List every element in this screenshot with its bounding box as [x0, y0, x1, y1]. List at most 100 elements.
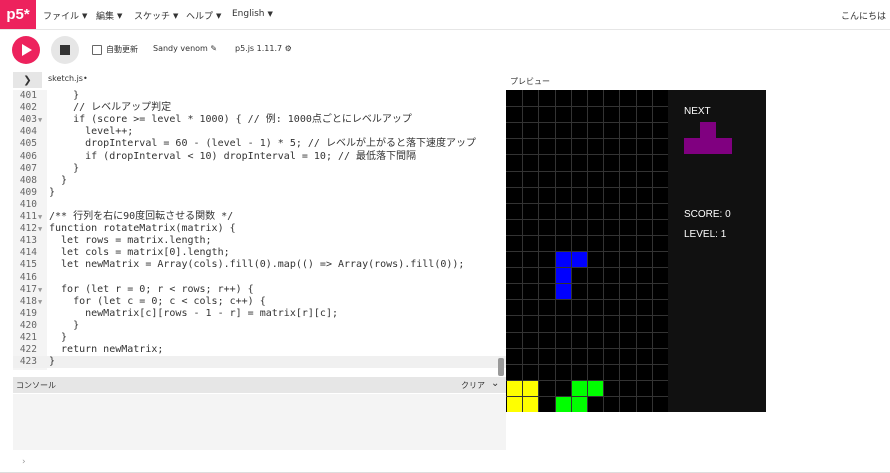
p5-logo[interactable]: p5* — [0, 0, 36, 29]
line-number: 422 — [19, 344, 37, 356]
console-prompt[interactable]: › — [22, 457, 26, 467]
menu-language[interactable]: English ▼ — [232, 9, 273, 19]
blue-block — [555, 252, 571, 267]
code-text: let cols = matrix[0].length; — [49, 247, 230, 259]
fold-icon[interactable]: ▼ — [38, 114, 42, 126]
user-greeting[interactable]: こんにちは — [841, 9, 886, 22]
sidebar-toggle-button[interactable]: ❯ — [13, 72, 42, 88]
code-line[interactable]: 422 return newMatrix; — [13, 344, 506, 356]
chevron-down-icon: ▼ — [216, 11, 222, 20]
gear-icon: ⚙ — [284, 44, 292, 53]
code-line[interactable]: 418 ▼ for (let c = 0; c < cols; c++) { — [13, 296, 506, 308]
preview-label: プレビュー — [510, 77, 550, 86]
code-line[interactable]: 417 ▼ for (let r = 0; r < rows; r++) { — [13, 284, 506, 296]
menu-label: ヘルプ — [186, 12, 214, 22]
next-piece-block — [700, 122, 716, 138]
code-line[interactable]: 409} — [13, 187, 506, 199]
code-text: /** 行列を右に90度回転させる関数 */ — [49, 211, 234, 222]
editor-scrollbar[interactable] — [498, 358, 504, 376]
yellow-block — [507, 380, 522, 396]
sketch-name[interactable]: Sandy venom ✎ — [153, 44, 217, 53]
sketch-name-label: Sandy venom — [153, 44, 208, 53]
yellow-block — [523, 396, 539, 412]
next-piece-block — [684, 138, 700, 154]
code-line[interactable]: 406 if (dropInterval < 10) dropInterval … — [13, 151, 506, 163]
code-text: } — [49, 90, 80, 101]
code-line[interactable]: 419 newMatrix[c][rows - 1 - r] = matrix[… — [13, 308, 506, 320]
grid-line — [506, 251, 668, 252]
code-line[interactable]: 405 dropInterval = 60 - (level - 1) * 5;… — [13, 138, 506, 150]
play-button[interactable] — [12, 36, 40, 64]
menu-edit[interactable]: 編集 ▼ — [96, 9, 123, 23]
line-number: 423 — [19, 356, 37, 368]
chevron-down-icon[interactable]: ⌄ — [491, 378, 499, 389]
line-number: 413 — [19, 235, 37, 247]
code-line[interactable]: 402 // レベルアップ判定 — [13, 102, 506, 114]
preview-canvas[interactable]: NEXT SCORE: 0 LEVEL: 1 — [506, 90, 766, 412]
code-line[interactable]: 403 ▼ if (score >= level * 1000) { // 例: … — [13, 114, 506, 126]
code-text: } — [49, 162, 80, 174]
line-number: 401 — [19, 90, 37, 101]
blue-block — [571, 252, 587, 267]
file-tab[interactable]: sketch.js• — [48, 74, 88, 83]
line-number: 418 — [19, 295, 37, 307]
code-line[interactable]: 413 let rows = matrix.length; — [13, 235, 506, 247]
grid-line — [506, 106, 668, 108]
code-line[interactable]: 414 let cols = matrix[0].length; — [13, 247, 506, 259]
grid-line — [506, 283, 668, 285]
pencil-icon: ✎ — [210, 44, 218, 53]
grid-line — [506, 138, 668, 140]
line-number: 405 — [19, 138, 37, 150]
auto-refresh-checkbox[interactable] — [92, 45, 102, 55]
code-text: } — [49, 174, 68, 186]
console-clear-button[interactable]: クリア — [461, 380, 485, 391]
score-label: SCORE: 0 — [684, 209, 731, 220]
code-text: if (dropInterval < 10) dropInterval = 10… — [49, 150, 417, 162]
grid-line — [506, 122, 668, 124]
tetris-board — [506, 90, 668, 412]
code-line[interactable]: 408 } — [13, 175, 506, 187]
code-line[interactable]: 423} — [13, 356, 506, 369]
menu-sketch[interactable]: スケッチ ▼ — [134, 9, 178, 23]
menu-file[interactable]: ファイル ▼ — [43, 9, 87, 23]
code-text: dropInterval = 60 - (level - 1) * 5; // … — [49, 138, 476, 150]
code-text: return newMatrix; — [49, 344, 164, 356]
grid-line — [506, 186, 668, 188]
yellow-block — [523, 380, 539, 396]
code-editor[interactable]: 401 } 402 // レベルアップ判定 403 ▼ if (score >= le… — [13, 90, 506, 370]
code-line[interactable]: 412 ▼ function rotateMatrix(matrix) { — [13, 223, 506, 235]
line-number: 410 — [19, 198, 37, 210]
fold-icon[interactable]: ▼ — [38, 296, 42, 308]
code-line[interactable]: 401 } — [13, 90, 506, 102]
chevron-down-icon: ▼ — [117, 11, 123, 20]
line-number: 403 — [19, 114, 37, 126]
green-block — [571, 380, 587, 396]
version-settings[interactable]: p5.js 1.11.7 ⚙ — [235, 44, 292, 53]
stop-button[interactable] — [51, 36, 79, 64]
code-line[interactable]: 407 } — [13, 163, 506, 175]
code-line[interactable]: 420 } — [13, 320, 506, 332]
line-number: 416 — [19, 271, 37, 283]
grid-line — [506, 315, 668, 317]
line-number: 417 — [19, 283, 37, 295]
line-number: 406 — [19, 150, 37, 162]
code-text: } — [49, 356, 56, 368]
stop-icon — [60, 45, 70, 55]
code-line[interactable]: 411 ▼ /** 行列を右に90度回転させる関数 */ — [13, 211, 506, 223]
menu-label: 編集 — [96, 12, 115, 22]
line-number: 404 — [19, 126, 37, 138]
code-line[interactable]: 416 — [13, 272, 506, 284]
code-line[interactable]: 404 level++; — [13, 126, 506, 138]
fold-icon[interactable]: ▼ — [38, 284, 42, 296]
code-line[interactable]: 415 let newMatrix = Array(cols).fill(0).… — [13, 259, 506, 271]
fold-icon[interactable]: ▼ — [38, 223, 42, 235]
code-line[interactable]: 410 — [13, 199, 506, 211]
code-line[interactable]: 421 } — [13, 332, 506, 344]
next-piece-block — [700, 138, 716, 154]
grid-line — [506, 347, 668, 349]
fold-icon[interactable]: ▼ — [38, 211, 42, 223]
level-label: LEVEL: 1 — [684, 229, 727, 240]
file-tab-label: sketch.js — [48, 74, 83, 83]
line-number: 412 — [19, 223, 37, 235]
menu-help[interactable]: ヘルプ ▼ — [186, 9, 222, 23]
